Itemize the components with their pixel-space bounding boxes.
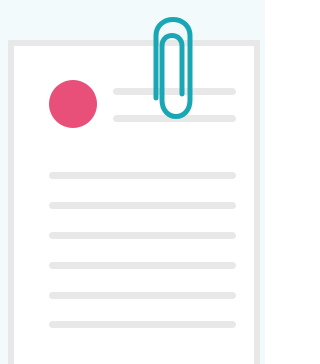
text-line <box>49 232 236 239</box>
text-line <box>49 321 236 328</box>
text-line <box>49 292 236 299</box>
text-line <box>49 262 236 269</box>
document-illustration <box>0 0 265 364</box>
paperclip-icon <box>153 17 193 119</box>
text-line <box>49 172 236 179</box>
text-line <box>49 202 236 209</box>
avatar-dot <box>49 80 97 128</box>
